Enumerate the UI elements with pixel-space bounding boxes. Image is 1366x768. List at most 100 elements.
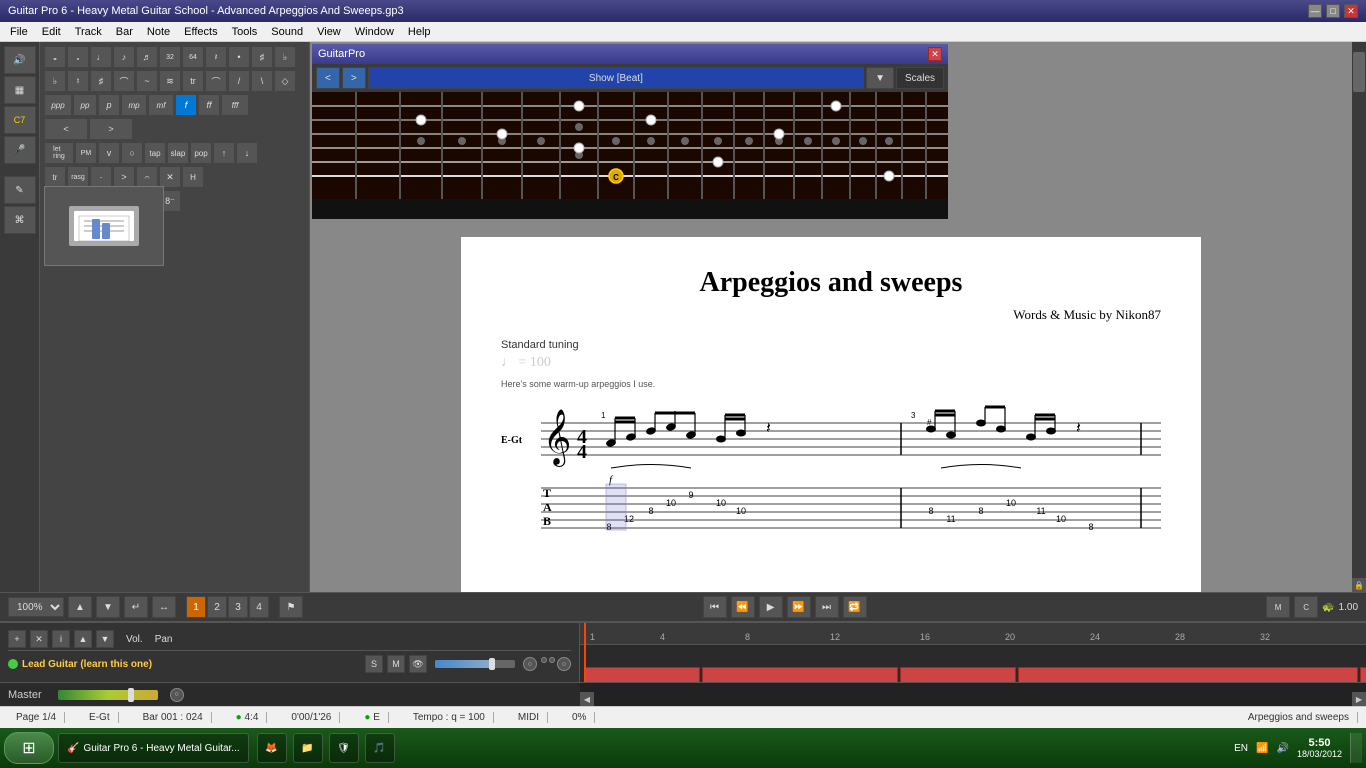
harmonic[interactable]: ◇ [274, 70, 296, 92]
dyn-f[interactable]: f [175, 94, 197, 116]
menu-track[interactable]: Track [69, 24, 108, 40]
menu-effects[interactable]: Effects [178, 24, 223, 40]
track-up-button[interactable]: ▲ [74, 630, 92, 648]
hammer-on[interactable]: H [182, 166, 204, 188]
note-eighth[interactable]: ♪ [113, 46, 135, 68]
menu-bar[interactable]: Bar [110, 24, 139, 40]
taskbar-antivirus[interactable]: 🛡 [329, 733, 359, 763]
acc-natural[interactable]: ♮ [67, 70, 89, 92]
note-sixteenth[interactable]: ♬ [136, 46, 158, 68]
dyn-fff[interactable]: fff [221, 94, 249, 116]
track-num-4[interactable]: 4 [249, 596, 269, 618]
tool-mic[interactable]: 🎤 [4, 136, 36, 164]
strum2[interactable]: ↓ [236, 142, 258, 164]
minimize-button[interactable]: — [1308, 4, 1322, 18]
slap[interactable]: slap [167, 142, 189, 164]
menu-edit[interactable]: Edit [36, 24, 67, 40]
sharp[interactable]: ♯ [251, 46, 273, 68]
note-half[interactable]: 𝅗 [67, 46, 89, 68]
rewind[interactable]: ⏪ [731, 596, 755, 618]
volume-thumb[interactable] [489, 658, 495, 670]
note-whole[interactable]: 𝅝 [44, 46, 66, 68]
fast-forward[interactable]: ⏩ [787, 596, 811, 618]
master-fader-thumb[interactable] [128, 688, 134, 702]
taskbar-app3[interactable]: 🎵 [365, 733, 395, 763]
volume-fader[interactable] [435, 660, 515, 668]
tool-grid[interactable]: ▦ [4, 76, 36, 104]
track-block-2[interactable] [702, 667, 898, 682]
rasgueado[interactable]: rasg [67, 166, 89, 188]
scroll-right[interactable]: ▶ [1352, 692, 1366, 706]
dyn-ppp[interactable]: ppp [44, 94, 72, 116]
accent[interactable]: > [113, 166, 135, 188]
mute-button[interactable]: M [387, 655, 405, 673]
track-block-3[interactable] [900, 667, 1016, 682]
tool-speaker[interactable]: 🔊 [4, 46, 36, 74]
track-down-button[interactable]: ▼ [96, 630, 114, 648]
menu-help[interactable]: Help [402, 24, 437, 40]
fboard-scales[interactable]: Scales [896, 67, 944, 89]
solo-button[interactable]: S [365, 655, 383, 673]
acc-sharp[interactable]: ♯ [90, 70, 112, 92]
fermata[interactable]: 𝄐 [136, 166, 158, 188]
tool-edit2[interactable]: ⌘ [4, 206, 36, 234]
menu-sound[interactable]: Sound [265, 24, 309, 40]
menu-view[interactable]: View [311, 24, 347, 40]
flat[interactable]: ♭ [274, 46, 296, 68]
strum1[interactable]: ↑ [213, 142, 235, 164]
scroll-thumb[interactable] [1353, 52, 1365, 92]
tap[interactable]: tap [144, 142, 166, 164]
pop[interactable]: pop [190, 142, 212, 164]
menu-note[interactable]: Note [141, 24, 176, 40]
track-num-1[interactable]: 1 [186, 596, 206, 618]
fboard-prev[interactable]: < [316, 67, 340, 89]
menu-file[interactable]: File [4, 24, 34, 40]
acc-flat[interactable]: ♭ [44, 70, 66, 92]
volume-knob[interactable]: ○ [523, 657, 537, 671]
fboard-show[interactable]: Show [Beat] [368, 67, 864, 89]
taskbar-app-guitar-pro[interactable]: 🎸 Guitar Pro 6 - Heavy Metal Guitar... [58, 733, 249, 763]
fast-forward-end[interactable]: ⏭ [815, 596, 839, 618]
menu-tools[interactable]: Tools [226, 24, 264, 40]
note-64th[interactable]: 64 [182, 46, 204, 68]
track-num-3[interactable]: 3 [228, 596, 248, 618]
start-button[interactable]: ⊞ [4, 732, 54, 764]
dyn-p[interactable]: p [98, 94, 120, 116]
close-button[interactable]: ✕ [1344, 4, 1358, 18]
dyn-mf[interactable]: mf [148, 94, 174, 116]
taskbar-files[interactable]: 📁 [293, 733, 323, 763]
loop-btn[interactable]: ↔ [152, 596, 176, 618]
fboard-next[interactable]: > [342, 67, 366, 89]
staccato[interactable]: · [90, 166, 112, 188]
dyn-mp[interactable]: mp [121, 94, 147, 116]
track-block-1[interactable] [584, 667, 700, 682]
harmonic2[interactable]: ○ [121, 142, 143, 164]
tool-c7[interactable]: C7 [4, 106, 36, 134]
metronome[interactable]: M [1266, 596, 1290, 618]
dyn-pp[interactable]: pp [73, 94, 97, 116]
tie[interactable]: ⌒ [113, 70, 135, 92]
play-button[interactable]: ▶ [759, 596, 783, 618]
maximize-button[interactable]: □ [1326, 4, 1340, 18]
master-knob[interactable]: ○ [170, 688, 184, 702]
loop-toggle[interactable]: 🔁 [843, 596, 867, 618]
tremolo[interactable]: ≋ [159, 70, 181, 92]
nav-up[interactable]: ▲ [68, 596, 92, 618]
slide-down[interactable]: \ [251, 70, 273, 92]
vibrato2[interactable]: v [98, 142, 120, 164]
dot[interactable]: • [228, 46, 250, 68]
track-info-button[interactable]: i [52, 630, 70, 648]
score-scrollbar[interactable] [1352, 42, 1366, 592]
insert-btn[interactable]: ↵ [124, 596, 148, 618]
vibrato[interactable]: ~ [136, 70, 158, 92]
zoom-select[interactable]: 100% 75% 125% [8, 597, 64, 617]
cresc[interactable]: < [44, 118, 88, 140]
menu-window[interactable]: Window [349, 24, 400, 40]
pan-knob[interactable]: ○ [557, 657, 571, 671]
trill[interactable]: tr [182, 70, 204, 92]
let-ring[interactable]: letring [44, 142, 74, 164]
note-quarter[interactable]: ♩ [90, 46, 112, 68]
track-block-4[interactable] [1018, 667, 1358, 682]
tool-edit1[interactable]: ✎ [4, 176, 36, 204]
track-add-button[interactable]: + [8, 630, 26, 648]
